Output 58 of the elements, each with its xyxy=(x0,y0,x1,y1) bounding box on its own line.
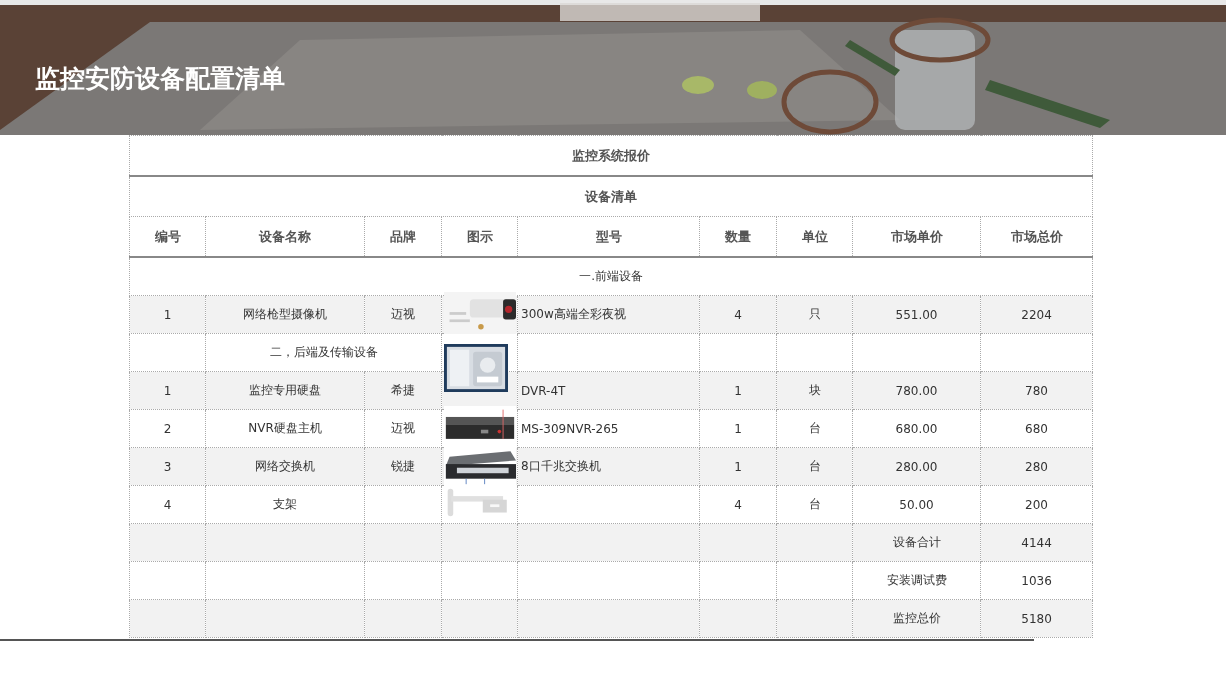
table-cell: 3 xyxy=(163,459,172,474)
table-cell: 1 xyxy=(734,459,742,474)
section-heading: 一.前端设备 xyxy=(579,269,643,283)
table-cell: 迈视 xyxy=(391,307,415,321)
table-cell: 680 xyxy=(1025,421,1048,436)
table-cell: 551.00 xyxy=(895,307,938,322)
table-cell: 300w高端全彩夜视 xyxy=(521,307,626,321)
column-header: 数量 xyxy=(725,228,751,244)
summary-label: 监控总价 xyxy=(892,611,941,625)
table-cell: 280.00 xyxy=(895,459,938,474)
column-header: 市场总价 xyxy=(1010,228,1063,244)
table-cell: 4 xyxy=(734,497,742,512)
column-header: 单位 xyxy=(801,228,828,244)
summary-value: 1036 xyxy=(1021,573,1052,588)
table-cell: 2204 xyxy=(1021,307,1052,322)
table-cell: 台 xyxy=(808,421,821,435)
section-heading: 二，后端及传输设备 xyxy=(269,345,378,359)
table-cell: 网络枪型摄像机 xyxy=(243,307,327,321)
summary-value: 4144 xyxy=(1021,535,1052,550)
table-cell: 50.00 xyxy=(899,497,934,512)
table-cell: 台 xyxy=(808,497,821,511)
table-cell: 迈视 xyxy=(391,421,415,435)
table-cell: 2 xyxy=(163,421,172,436)
table-cell: DVR-4T xyxy=(521,383,566,398)
table-cell: 1 xyxy=(734,383,742,398)
table-cell: 1 xyxy=(163,307,172,322)
summary-label: 设备合计 xyxy=(892,535,941,549)
column-header: 编号 xyxy=(154,228,181,244)
table-cell: 8口千兆交换机 xyxy=(521,459,601,473)
table-cell: MS-309NVR-265 xyxy=(521,421,619,436)
table-title: 监控系统报价 xyxy=(572,147,651,163)
column-header: 品牌 xyxy=(390,228,416,244)
column-header: 图示 xyxy=(466,228,493,244)
table-cell: 块 xyxy=(808,383,821,397)
table-cell: 780.00 xyxy=(895,383,938,398)
column-header: 市场单价 xyxy=(890,228,943,244)
table-cell: 只 xyxy=(808,307,821,321)
table-cell: 锐捷 xyxy=(391,459,415,473)
table-cell: 台 xyxy=(808,459,821,473)
table-cell: 4 xyxy=(734,307,742,322)
table-cell: 支架 xyxy=(273,497,297,511)
table-cell: 1 xyxy=(734,421,742,436)
table-cell: 200 xyxy=(1025,497,1048,512)
summary-value: 5180 xyxy=(1021,611,1052,626)
table-subtitle: 设备清单 xyxy=(585,188,638,204)
table-cell: 4 xyxy=(163,497,172,512)
column-header: 设备名称 xyxy=(259,228,311,244)
table-cell: 监控专用硬盘 xyxy=(249,383,321,397)
table-cell: 网络交换机 xyxy=(255,459,315,473)
summary-label: 安装调试费 xyxy=(886,573,947,587)
table-cell: 780 xyxy=(1025,383,1048,398)
table-cell: NVR硬盘主机 xyxy=(248,421,322,435)
table-cell: 280 xyxy=(1025,459,1048,474)
page-title: 监控安防设备配置清单 xyxy=(35,63,285,95)
table-cell: 680.00 xyxy=(895,421,938,436)
table-cell: 希捷 xyxy=(391,383,415,397)
table-cell: 1 xyxy=(163,383,172,398)
column-header: 型号 xyxy=(595,228,622,244)
